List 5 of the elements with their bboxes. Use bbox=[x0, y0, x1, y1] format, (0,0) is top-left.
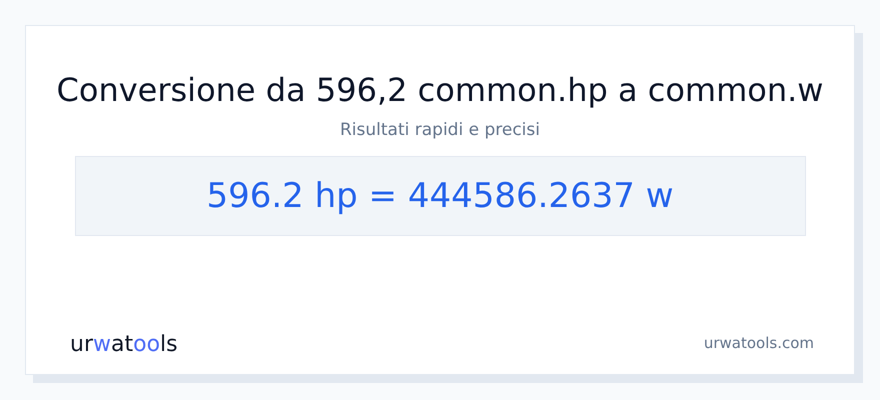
logo: urwatools bbox=[70, 332, 178, 358]
page-title: Conversione da 596,2 common.hp a common.w bbox=[56, 70, 824, 110]
subtitle: Risultati rapidi e precisi bbox=[340, 119, 540, 142]
result-text: 596.2 hp = 444586.2637 w bbox=[206, 174, 674, 218]
site-link[interactable]: urwatools.com bbox=[704, 332, 814, 354]
